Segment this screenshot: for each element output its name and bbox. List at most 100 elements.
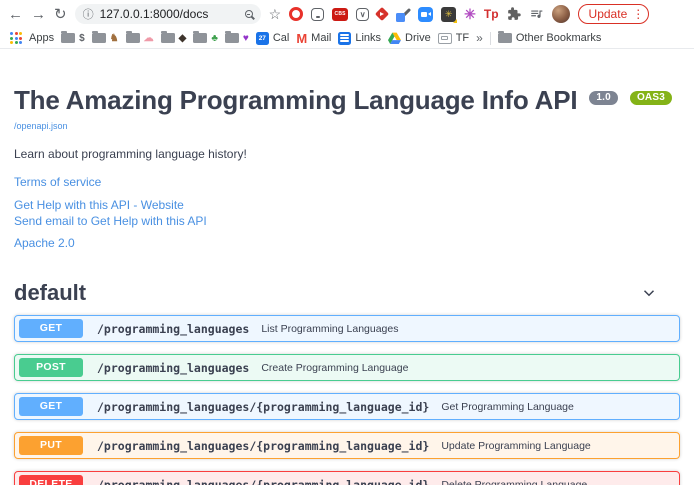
- color-picker-extension-icon[interactable]: [395, 7, 410, 22]
- zoom-out-icon[interactable]: [245, 5, 253, 23]
- bookmark-drive[interactable]: Drive: [388, 32, 431, 44]
- site-info-icon[interactable]: ⓘ: [83, 6, 94, 22]
- license-link[interactable]: Apache 2.0: [14, 236, 680, 250]
- method-badge: POST: [19, 358, 83, 377]
- other-bookmarks[interactable]: Other Bookmarks: [498, 32, 602, 44]
- endpoint-path: /programming_languages: [97, 361, 249, 375]
- folder-emoji: ◆: [179, 33, 187, 44]
- tampermonkey-extension-icon[interactable]: Tp: [484, 7, 499, 21]
- endpoint-path: /programming_languages/{programming_lang…: [97, 478, 429, 485]
- endpoint-row[interactable]: GET /programming_languages/{programming_…: [14, 393, 680, 420]
- update-button-label: Update: [589, 7, 628, 21]
- method-badge: GET: [19, 319, 83, 338]
- calendar-icon: 27: [256, 32, 269, 45]
- folder-icon: [126, 33, 140, 43]
- profile-avatar[interactable]: [552, 5, 570, 23]
- pinwheel-extension-icon[interactable]: ✳: [441, 7, 456, 22]
- browser-menu-kebab-icon[interactable]: ⋮: [632, 7, 644, 21]
- folder-emoji: ☁: [144, 33, 154, 44]
- browser-toolbar: ← → ↻ ⓘ 127.0.0.1:8000/docs ☆ CBS ∨ ✳ ✳ …: [0, 0, 694, 28]
- other-bookmarks-label: Other Bookmarks: [516, 32, 602, 44]
- chevron-down-icon[interactable]: [640, 284, 658, 302]
- endpoint-summary: List Programming Languages: [261, 323, 398, 335]
- back-icon[interactable]: ←: [8, 7, 23, 22]
- zoom-camera-extension-icon[interactable]: [418, 7, 433, 22]
- endpoint-path: /programming_languages/{programming_lang…: [97, 439, 429, 453]
- endpoint-summary: Delete Programming Language: [441, 479, 587, 485]
- apps-grid-icon[interactable]: [10, 32, 22, 44]
- endpoint-row[interactable]: PUT /programming_languages/{programming_…: [14, 432, 680, 459]
- browser-window: ← → ↻ ⓘ 127.0.0.1:8000/docs ☆ CBS ∨ ✳ ✳ …: [0, 0, 694, 485]
- openapi-json-link[interactable]: /openapi.json: [14, 121, 680, 131]
- playlist-extension-icon[interactable]: [529, 7, 544, 21]
- endpoint-list: GET /programming_languages List Programm…: [14, 315, 680, 485]
- terms-of-service-link[interactable]: Terms of service: [14, 175, 680, 189]
- reload-icon[interactable]: ↻: [54, 7, 67, 22]
- folder-icon: [498, 33, 512, 43]
- gmail-icon: M: [296, 31, 307, 46]
- cbs-extension-icon[interactable]: CBS: [332, 8, 348, 21]
- api-description: Learn about programming language history…: [14, 147, 680, 161]
- bookmark-cal[interactable]: 27 Cal: [256, 32, 290, 45]
- red-ring-extension-icon[interactable]: [289, 7, 303, 21]
- endpoint-path: /programming_languages: [97, 322, 249, 336]
- folder-emoji: ♥: [243, 33, 249, 44]
- folder-icon: [193, 33, 207, 43]
- folder-emoji: $: [79, 33, 85, 44]
- folder-icon: [61, 33, 75, 43]
- flower-extension-icon[interactable]: ✳: [464, 6, 476, 23]
- endpoint-summary: Get Programming Language: [441, 401, 574, 413]
- contact-email-link[interactable]: Send email to Get Help with this API: [14, 214, 680, 228]
- bookmark-apps[interactable]: Apps: [29, 32, 54, 44]
- bookmark-mail[interactable]: M Mail: [296, 31, 331, 46]
- section-default-header[interactable]: default: [14, 280, 680, 306]
- drive-icon: [388, 32, 401, 44]
- update-button[interactable]: Update ⋮: [578, 4, 650, 24]
- pocket-extension-icon[interactable]: ∨: [356, 8, 369, 21]
- oas3-badge: OAS3: [630, 91, 672, 105]
- api-title-text: The Amazing Programming Language Info AP…: [14, 85, 577, 115]
- bookmark-links[interactable]: Links: [338, 32, 381, 45]
- bookmark-folder-brain[interactable]: ☁: [126, 33, 154, 44]
- folder-emoji: ♣: [211, 33, 218, 44]
- address-bar[interactable]: ⓘ 127.0.0.1:8000/docs: [75, 4, 261, 24]
- folder-icon: [92, 33, 106, 43]
- folder-icon: [161, 33, 175, 43]
- method-badge: PUT: [19, 436, 83, 455]
- bookmark-links-label: Links: [355, 32, 381, 44]
- contact-website-link[interactable]: Get Help with this API - Website: [14, 198, 680, 212]
- method-badge: DELETE: [19, 475, 83, 485]
- endpoint-summary: Create Programming Language: [261, 362, 408, 374]
- endpoint-row[interactable]: POST /programming_languages Create Progr…: [14, 354, 680, 381]
- swagger-docs-page: The Amazing Programming Language Info AP…: [0, 49, 694, 485]
- diagrams-extension-icon[interactable]: [375, 7, 389, 21]
- section-title: default: [14, 280, 86, 306]
- bookmarks-divider: [490, 32, 491, 45]
- bookmark-folder-horse[interactable]: ♞: [92, 33, 119, 44]
- endpoint-row[interactable]: GET /programming_languages List Programm…: [14, 315, 680, 342]
- folder-icon: [225, 33, 239, 43]
- endpoint-row[interactable]: DELETE /programming_languages/{programmi…: [14, 471, 680, 485]
- bookmark-folder-leaf[interactable]: ♣: [193, 33, 218, 44]
- endpoint-summary: Update Programming Language: [441, 440, 590, 452]
- chat-bubble-extension-icon[interactable]: [311, 8, 324, 21]
- bookmark-mail-label: Mail: [311, 32, 331, 44]
- method-badge: GET: [19, 397, 83, 416]
- links-icon: [338, 32, 351, 45]
- puzzle-extension-icon[interactable]: [507, 7, 521, 21]
- bookmark-star-icon[interactable]: ☆: [269, 7, 282, 21]
- bookmark-folder-purple-heart[interactable]: ♥: [225, 33, 249, 44]
- endpoint-path: /programming_languages/{programming_lang…: [97, 400, 429, 414]
- bookmark-folder-graduation-cap[interactable]: ◆: [161, 33, 187, 44]
- bookmark-tf[interactable]: TF: [438, 32, 469, 44]
- bookmarks-overflow-chevron[interactable]: »: [476, 31, 483, 45]
- bookmark-folder-dollar[interactable]: $: [61, 33, 85, 44]
- url-text[interactable]: 127.0.0.1:8000/docs: [100, 7, 239, 21]
- folder-emoji: ♞: [110, 33, 119, 44]
- bookmark-drive-label: Drive: [405, 32, 431, 44]
- version-badge: 1.0: [589, 91, 618, 105]
- forward-icon[interactable]: →: [31, 7, 46, 22]
- bookmarks-bar: Apps $ ♞ ☁ ◆ ♣ ♥ 27 Cal M Mail Links: [0, 28, 694, 49]
- tf-favicon: [438, 33, 452, 44]
- bookmark-cal-label: Cal: [273, 32, 290, 44]
